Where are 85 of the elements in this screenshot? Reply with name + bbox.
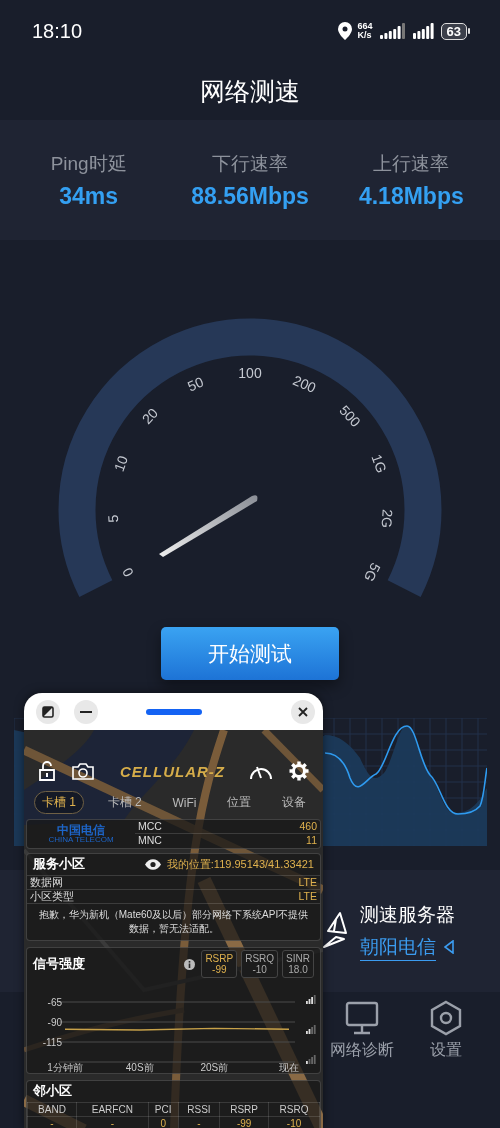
tab[interactable]: 位置 — [220, 792, 259, 813]
metric-tab[interactable]: RSRP -99 — [201, 950, 238, 978]
axis-label: 20S前 — [200, 1062, 229, 1073]
nav-tab[interactable]: 设置 — [424, 992, 468, 1068]
field-label: 数据网 — [30, 876, 63, 889]
section-title: 邻小区 — [33, 1083, 73, 1100]
location-text: 我的位置:119.95143/41.33421 — [166, 857, 314, 872]
field-label: 小区类型 — [30, 890, 74, 903]
table-cell: - — [27, 1116, 77, 1128]
carrier-logo: 中国电信 CHINA TELECOM — [47, 822, 115, 846]
field-value: 460 — [299, 820, 317, 833]
gauge-label: 10 — [110, 453, 131, 474]
gauge-label: 2G — [378, 508, 396, 529]
settings-icon[interactable] — [289, 761, 309, 781]
float-window-button[interactable] — [36, 699, 60, 724]
gauge-label: 1G — [368, 452, 390, 475]
network-speed: 664 — [357, 22, 373, 31]
axis-label: -90 — [47, 1016, 62, 1028]
axis-label: -115 — [42, 1036, 62, 1048]
gauge-label: 20 — [138, 404, 162, 428]
close-button[interactable] — [291, 699, 315, 724]
drag-handle[interactable] — [146, 708, 202, 715]
axis-label: -65 — [47, 996, 62, 1008]
column-header: EARFCN — [76, 1102, 149, 1117]
field-label: MCC — [138, 820, 162, 833]
field-value: LTE — [298, 876, 317, 889]
axis-label: 40S前 — [125, 1062, 154, 1073]
signal-bars-icon — [306, 995, 316, 1004]
signal-bars-icon — [306, 1055, 316, 1064]
battery-level: 63 — [440, 22, 467, 40]
page-title: 网络测速 — [200, 75, 300, 107]
info-icon[interactable] — [184, 958, 196, 970]
column-header: PCI — [148, 1102, 179, 1117]
signal-icon — [412, 23, 435, 39]
network-speed-unit: K/s — [357, 31, 373, 40]
caret-icon[interactable] — [444, 940, 454, 954]
section-title: 信号强度 — [33, 955, 86, 973]
axis-label: 现在 — [279, 1062, 299, 1073]
field-value: LTE — [298, 890, 317, 903]
close-icon — [298, 706, 308, 717]
location-icon — [337, 22, 352, 40]
stat-value: 4.18Mbps — [358, 182, 464, 210]
signal-bars-icon — [306, 1025, 316, 1034]
field-label: MNC — [138, 834, 162, 847]
half-square-icon — [42, 705, 54, 718]
server-link[interactable]: 朝阳电信 — [360, 933, 436, 961]
clock: 18:10 — [32, 19, 84, 43]
notice-text: 抱歉，华为新机（Mate60及以后）部分网络下系统API不提供数据，暂无法适配。 — [27, 903, 320, 940]
tab[interactable]: WiFi — [165, 793, 204, 812]
column-header: BAND — [27, 1102, 77, 1117]
stat-value: 88.56Mbps — [191, 182, 309, 210]
signal-icon — [378, 23, 407, 39]
metric-tab[interactable]: RSRQ -10 — [241, 950, 279, 978]
stat-value: 34ms — [59, 182, 119, 210]
eye-icon[interactable] — [144, 859, 161, 870]
paper-plane-icon — [322, 911, 348, 951]
tab[interactable]: 卡槽 2 — [100, 792, 149, 813]
gauge-label: 100 — [238, 364, 262, 381]
server-label: 测速服务器 — [360, 902, 455, 927]
tab[interactable]: 设备 — [274, 792, 313, 813]
start-test-button[interactable]: 开始测试 — [161, 627, 339, 680]
stat-label: 上行速率 — [373, 151, 450, 176]
axis-label: 1分钟前 — [47, 1062, 83, 1073]
nav-tab[interactable]: 网络诊断 — [326, 992, 398, 1068]
monitor-icon — [344, 999, 380, 1036]
gauge-label: 500 — [336, 402, 364, 430]
gauge-label: 5 — [104, 514, 122, 523]
stat-label: 下行速率 — [212, 151, 288, 176]
field-value: 11 — [306, 834, 317, 847]
column-header: RSRP — [219, 1102, 269, 1117]
gauge-label: 200 — [290, 372, 319, 396]
gauge-label: 0 — [118, 565, 137, 580]
settings-icon — [428, 999, 464, 1036]
gauge-label: 50 — [185, 373, 206, 395]
gauge-label: 5G — [360, 560, 384, 585]
column-header: RSRQ — [268, 1102, 320, 1117]
section-title: 服务小区 — [33, 856, 86, 873]
camera-icon[interactable] — [72, 762, 94, 780]
metric-tab[interactable]: SINR 18.0 — [282, 950, 314, 978]
column-header: RSSI — [178, 1102, 220, 1117]
stat-label: Ping时延 — [50, 151, 127, 176]
unlocked-padlock-icon[interactable] — [38, 761, 56, 781]
tab[interactable]: 卡槽 1 — [34, 791, 84, 814]
app-logo: CELLULAR-Z — [120, 762, 225, 780]
minimize-button[interactable] — [74, 699, 98, 724]
